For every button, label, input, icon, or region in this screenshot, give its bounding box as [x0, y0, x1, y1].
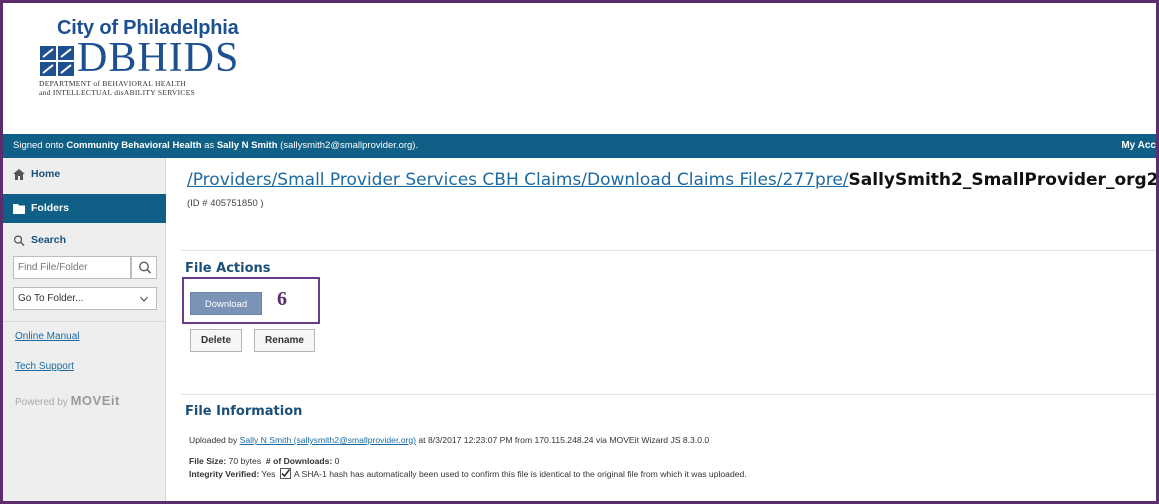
downloads-label: # of Downloads:	[265, 456, 333, 466]
section-divider	[181, 394, 1156, 395]
step-number-label: 6	[277, 288, 287, 310]
sidebar-item-home[interactable]: Home	[3, 160, 166, 189]
uploader-link[interactable]: Sally N Smith (sallysmith2@smallprovider…	[240, 435, 416, 445]
folder-path-link[interactable]: /Providers/Small Provider Services CBH C…	[187, 170, 849, 190]
go-to-folder-value: Go To Folder...	[18, 293, 84, 304]
find-file-folder-input[interactable]	[13, 256, 131, 279]
chevron-down-icon	[140, 296, 148, 302]
signed-in-as: as	[201, 140, 217, 151]
go-to-folder-select[interactable]: Go To Folder...	[13, 287, 157, 310]
delete-button[interactable]: Delete	[190, 329, 242, 352]
my-account-link[interactable]: My Acc	[1121, 134, 1156, 158]
folder-icon	[13, 204, 25, 214]
downloads-value: 0	[332, 456, 340, 466]
sidebar-item-search[interactable]: Search	[3, 226, 166, 255]
logo-brand-text: DBHIDS	[77, 35, 240, 81]
file-name: SallySmith2_SmallProvider_org2017	[848, 170, 1159, 190]
online-manual-link[interactable]: Online Manual	[15, 331, 79, 342]
file-size-label: File Size:	[189, 456, 227, 466]
checkbox-checked-icon	[279, 468, 291, 479]
sidebar: Home Folders Search Go To Folder...	[3, 158, 166, 501]
file-id: (ID # 405751850 )	[187, 198, 264, 209]
signed-in-org: Community Behavioral Health	[66, 140, 202, 151]
powered-by-label: Powered by	[15, 397, 71, 408]
download-button[interactable]: Download	[190, 292, 262, 315]
dbhids-logo-icon	[40, 46, 74, 76]
sidebar-item-folders[interactable]: Folders	[3, 194, 166, 223]
rename-button[interactable]: Rename	[254, 329, 315, 352]
integrity-line: Integrity Verified: Yes A SHA-1 hash has…	[189, 468, 747, 479]
section-divider	[181, 250, 1156, 251]
main-content: /Providers/Small Provider Services CBH C…	[167, 158, 1159, 501]
file-size-value: 70 bytes	[226, 456, 262, 466]
signed-in-user: Sally N Smith	[216, 140, 278, 151]
integrity-label: Integrity Verified:	[189, 469, 260, 479]
file-actions-heading: File Actions	[185, 261, 271, 276]
uploaded-by-line: Uploaded by Sally N Smith (sallysmith2@s…	[189, 435, 709, 445]
file-information-heading: File Information	[185, 404, 303, 419]
header: City of Philadelphia DBHIDS DEPARTMENT o…	[3, 3, 1156, 131]
page-frame: City of Philadelphia DBHIDS DEPARTMENT o…	[0, 0, 1159, 504]
logo-subtitle-1: DEPARTMENT of BEHAVIORAL HEALTH	[39, 79, 187, 88]
home-icon	[13, 169, 25, 180]
sidebar-item-label: Home	[31, 168, 61, 180]
signed-in-prefix: Signed onto	[13, 140, 67, 151]
file-size-line: File Size: 70 bytes # of Downloads: 0	[189, 456, 339, 466]
signed-in-bar: Signed onto Community Behavioral Health …	[3, 134, 1156, 158]
find-search-button[interactable]	[131, 256, 157, 279]
sidebar-item-label: Search	[31, 234, 67, 246]
integrity-note: A SHA-1 hash has automatically been used…	[293, 469, 747, 479]
integrity-value: Yes	[259, 469, 278, 479]
search-icon	[13, 235, 25, 246]
search-icon	[139, 261, 152, 274]
moveit-logo-text: MOVEit	[70, 393, 120, 408]
sidebar-divider	[3, 321, 166, 322]
signed-in-email: (sallysmith2@smallprovider.org).	[277, 140, 419, 151]
sidebar-item-label: Folders	[31, 202, 69, 214]
file-path-breadcrumb: /Providers/Small Provider Services CBH C…	[187, 170, 1159, 190]
tech-support-link[interactable]: Tech Support	[15, 361, 74, 372]
uploaded-details: at 8/3/2017 12:23:07 PM from 170.115.248…	[416, 435, 710, 445]
uploaded-prefix: Uploaded by	[189, 435, 240, 445]
logo-subtitle-2: and INTELLECTUAL disABILITY SERVICES	[39, 88, 196, 97]
powered-by: Powered by MOVEit	[15, 393, 120, 408]
